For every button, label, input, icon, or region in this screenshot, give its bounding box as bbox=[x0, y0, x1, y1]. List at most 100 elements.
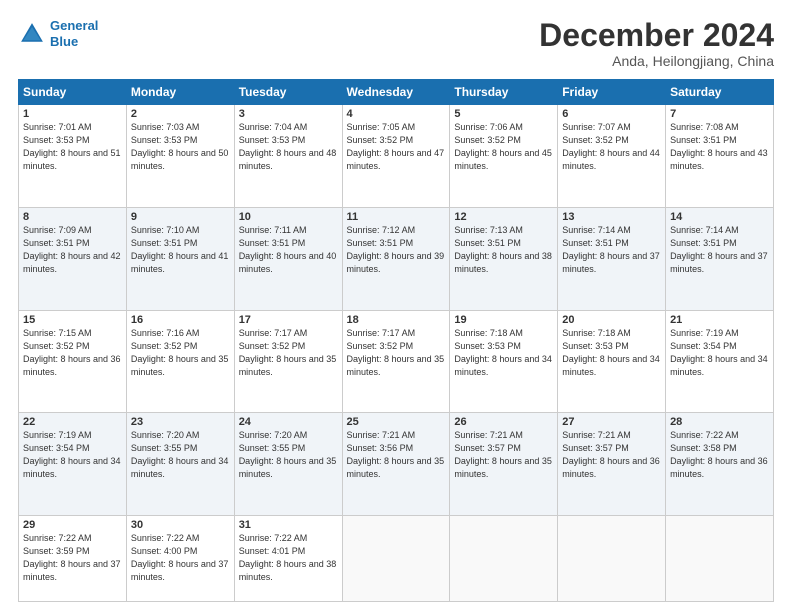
daylight-label: Daylight: 8 hours and 39 minutes. bbox=[347, 251, 445, 274]
sunrise-label: Sunrise: 7:21 AM bbox=[562, 430, 631, 440]
day-number: 30 bbox=[131, 519, 230, 531]
calendar-cell: 15 Sunrise: 7:15 AM Sunset: 3:52 PM Dayl… bbox=[19, 310, 127, 413]
day-number: 19 bbox=[454, 314, 553, 326]
day-number: 22 bbox=[23, 416, 122, 428]
sunset-label: Sunset: 3:57 PM bbox=[562, 443, 629, 453]
sunset-label: Sunset: 3:51 PM bbox=[670, 238, 737, 248]
sunrise-label: Sunrise: 7:10 AM bbox=[131, 225, 200, 235]
calendar-cell bbox=[342, 515, 450, 601]
calendar-cell: 30 Sunrise: 7:22 AM Sunset: 4:00 PM Dayl… bbox=[126, 515, 234, 601]
daylight-label: Daylight: 8 hours and 35 minutes. bbox=[131, 354, 229, 377]
daylight-label: Daylight: 8 hours and 35 minutes. bbox=[454, 456, 552, 479]
daylight-label: Daylight: 8 hours and 34 minutes. bbox=[562, 354, 660, 377]
day-number: 14 bbox=[670, 211, 769, 223]
calendar-cell: 26 Sunrise: 7:21 AM Sunset: 3:57 PM Dayl… bbox=[450, 413, 558, 516]
day-info: Sunrise: 7:12 AM Sunset: 3:51 PM Dayligh… bbox=[347, 224, 446, 276]
day-number: 28 bbox=[670, 416, 769, 428]
daylight-label: Daylight: 8 hours and 36 minutes. bbox=[23, 354, 121, 377]
sunrise-label: Sunrise: 7:08 AM bbox=[670, 122, 739, 132]
logo-line2: Blue bbox=[50, 34, 78, 49]
sunset-label: Sunset: 3:59 PM bbox=[23, 546, 90, 556]
day-number: 15 bbox=[23, 314, 122, 326]
sunset-label: Sunset: 3:52 PM bbox=[23, 341, 90, 351]
daylight-label: Daylight: 8 hours and 35 minutes. bbox=[239, 456, 337, 479]
day-number: 4 bbox=[347, 108, 446, 120]
daylight-label: Daylight: 8 hours and 50 minutes. bbox=[131, 148, 229, 171]
sunset-label: Sunset: 3:53 PM bbox=[454, 341, 521, 351]
day-number: 24 bbox=[239, 416, 338, 428]
calendar-week-1: 8 Sunrise: 7:09 AM Sunset: 3:51 PM Dayli… bbox=[19, 207, 774, 310]
daylight-label: Daylight: 8 hours and 34 minutes. bbox=[670, 354, 768, 377]
header-row: Sunday Monday Tuesday Wednesday Thursday… bbox=[19, 80, 774, 105]
col-sunday: Sunday bbox=[19, 80, 127, 105]
col-thursday: Thursday bbox=[450, 80, 558, 105]
sunrise-label: Sunrise: 7:14 AM bbox=[670, 225, 739, 235]
sunset-label: Sunset: 3:52 PM bbox=[562, 135, 629, 145]
calendar-cell: 22 Sunrise: 7:19 AM Sunset: 3:54 PM Dayl… bbox=[19, 413, 127, 516]
day-number: 5 bbox=[454, 108, 553, 120]
day-number: 31 bbox=[239, 519, 338, 531]
day-number: 13 bbox=[562, 211, 661, 223]
logo-icon bbox=[18, 20, 46, 48]
sunset-label: Sunset: 3:51 PM bbox=[347, 238, 414, 248]
calendar-cell: 9 Sunrise: 7:10 AM Sunset: 3:51 PM Dayli… bbox=[126, 207, 234, 310]
calendar-cell: 8 Sunrise: 7:09 AM Sunset: 3:51 PM Dayli… bbox=[19, 207, 127, 310]
calendar-cell: 14 Sunrise: 7:14 AM Sunset: 3:51 PM Dayl… bbox=[666, 207, 774, 310]
sunrise-label: Sunrise: 7:19 AM bbox=[23, 430, 92, 440]
daylight-label: Daylight: 8 hours and 36 minutes. bbox=[670, 456, 768, 479]
sunrise-label: Sunrise: 7:17 AM bbox=[347, 328, 416, 338]
sunrise-label: Sunrise: 7:22 AM bbox=[23, 533, 92, 543]
calendar-cell: 13 Sunrise: 7:14 AM Sunset: 3:51 PM Dayl… bbox=[558, 207, 666, 310]
sunset-label: Sunset: 3:52 PM bbox=[131, 341, 198, 351]
sunrise-label: Sunrise: 7:22 AM bbox=[239, 533, 308, 543]
daylight-label: Daylight: 8 hours and 44 minutes. bbox=[562, 148, 660, 171]
calendar-cell: 29 Sunrise: 7:22 AM Sunset: 3:59 PM Dayl… bbox=[19, 515, 127, 601]
day-number: 10 bbox=[239, 211, 338, 223]
day-info: Sunrise: 7:22 AM Sunset: 3:59 PM Dayligh… bbox=[23, 532, 122, 584]
sunrise-label: Sunrise: 7:05 AM bbox=[347, 122, 416, 132]
daylight-label: Daylight: 8 hours and 37 minutes. bbox=[670, 251, 768, 274]
sunrise-label: Sunrise: 7:11 AM bbox=[239, 225, 307, 235]
sunrise-label: Sunrise: 7:12 AM bbox=[347, 225, 416, 235]
day-info: Sunrise: 7:19 AM Sunset: 3:54 PM Dayligh… bbox=[670, 327, 769, 379]
sunset-label: Sunset: 3:52 PM bbox=[454, 135, 521, 145]
sunrise-label: Sunrise: 7:09 AM bbox=[23, 225, 92, 235]
day-info: Sunrise: 7:19 AM Sunset: 3:54 PM Dayligh… bbox=[23, 429, 122, 481]
daylight-label: Daylight: 8 hours and 38 minutes. bbox=[454, 251, 552, 274]
daylight-label: Daylight: 8 hours and 48 minutes. bbox=[239, 148, 337, 171]
sunset-label: Sunset: 3:58 PM bbox=[670, 443, 737, 453]
calendar-header: Sunday Monday Tuesday Wednesday Thursday… bbox=[19, 80, 774, 105]
sunrise-label: Sunrise: 7:20 AM bbox=[239, 430, 308, 440]
day-number: 25 bbox=[347, 416, 446, 428]
calendar-cell: 19 Sunrise: 7:18 AM Sunset: 3:53 PM Dayl… bbox=[450, 310, 558, 413]
sunset-label: Sunset: 3:51 PM bbox=[239, 238, 306, 248]
calendar-table: Sunday Monday Tuesday Wednesday Thursday… bbox=[18, 79, 774, 602]
calendar-cell: 1 Sunrise: 7:01 AM Sunset: 3:53 PM Dayli… bbox=[19, 105, 127, 208]
day-info: Sunrise: 7:17 AM Sunset: 3:52 PM Dayligh… bbox=[239, 327, 338, 379]
calendar-cell: 4 Sunrise: 7:05 AM Sunset: 3:52 PM Dayli… bbox=[342, 105, 450, 208]
day-number: 27 bbox=[562, 416, 661, 428]
logo: General Blue bbox=[18, 18, 98, 49]
daylight-label: Daylight: 8 hours and 38 minutes. bbox=[239, 559, 337, 582]
day-info: Sunrise: 7:21 AM Sunset: 3:56 PM Dayligh… bbox=[347, 429, 446, 481]
daylight-label: Daylight: 8 hours and 43 minutes. bbox=[670, 148, 768, 171]
day-info: Sunrise: 7:08 AM Sunset: 3:51 PM Dayligh… bbox=[670, 121, 769, 173]
day-info: Sunrise: 7:22 AM Sunset: 3:58 PM Dayligh… bbox=[670, 429, 769, 481]
calendar-cell: 24 Sunrise: 7:20 AM Sunset: 3:55 PM Dayl… bbox=[234, 413, 342, 516]
sunset-label: Sunset: 4:01 PM bbox=[239, 546, 306, 556]
day-info: Sunrise: 7:09 AM Sunset: 3:51 PM Dayligh… bbox=[23, 224, 122, 276]
sunrise-label: Sunrise: 7:17 AM bbox=[239, 328, 308, 338]
col-wednesday: Wednesday bbox=[342, 80, 450, 105]
calendar-week-4: 29 Sunrise: 7:22 AM Sunset: 3:59 PM Dayl… bbox=[19, 515, 774, 601]
sunrise-label: Sunrise: 7:15 AM bbox=[23, 328, 92, 338]
calendar-week-3: 22 Sunrise: 7:19 AM Sunset: 3:54 PM Dayl… bbox=[19, 413, 774, 516]
day-info: Sunrise: 7:18 AM Sunset: 3:53 PM Dayligh… bbox=[562, 327, 661, 379]
calendar-cell: 5 Sunrise: 7:06 AM Sunset: 3:52 PM Dayli… bbox=[450, 105, 558, 208]
col-friday: Friday bbox=[558, 80, 666, 105]
day-number: 8 bbox=[23, 211, 122, 223]
sunset-label: Sunset: 3:51 PM bbox=[562, 238, 629, 248]
calendar-cell: 27 Sunrise: 7:21 AM Sunset: 3:57 PM Dayl… bbox=[558, 413, 666, 516]
daylight-label: Daylight: 8 hours and 35 minutes. bbox=[347, 354, 445, 377]
logo-line1: General bbox=[50, 18, 98, 33]
col-tuesday: Tuesday bbox=[234, 80, 342, 105]
